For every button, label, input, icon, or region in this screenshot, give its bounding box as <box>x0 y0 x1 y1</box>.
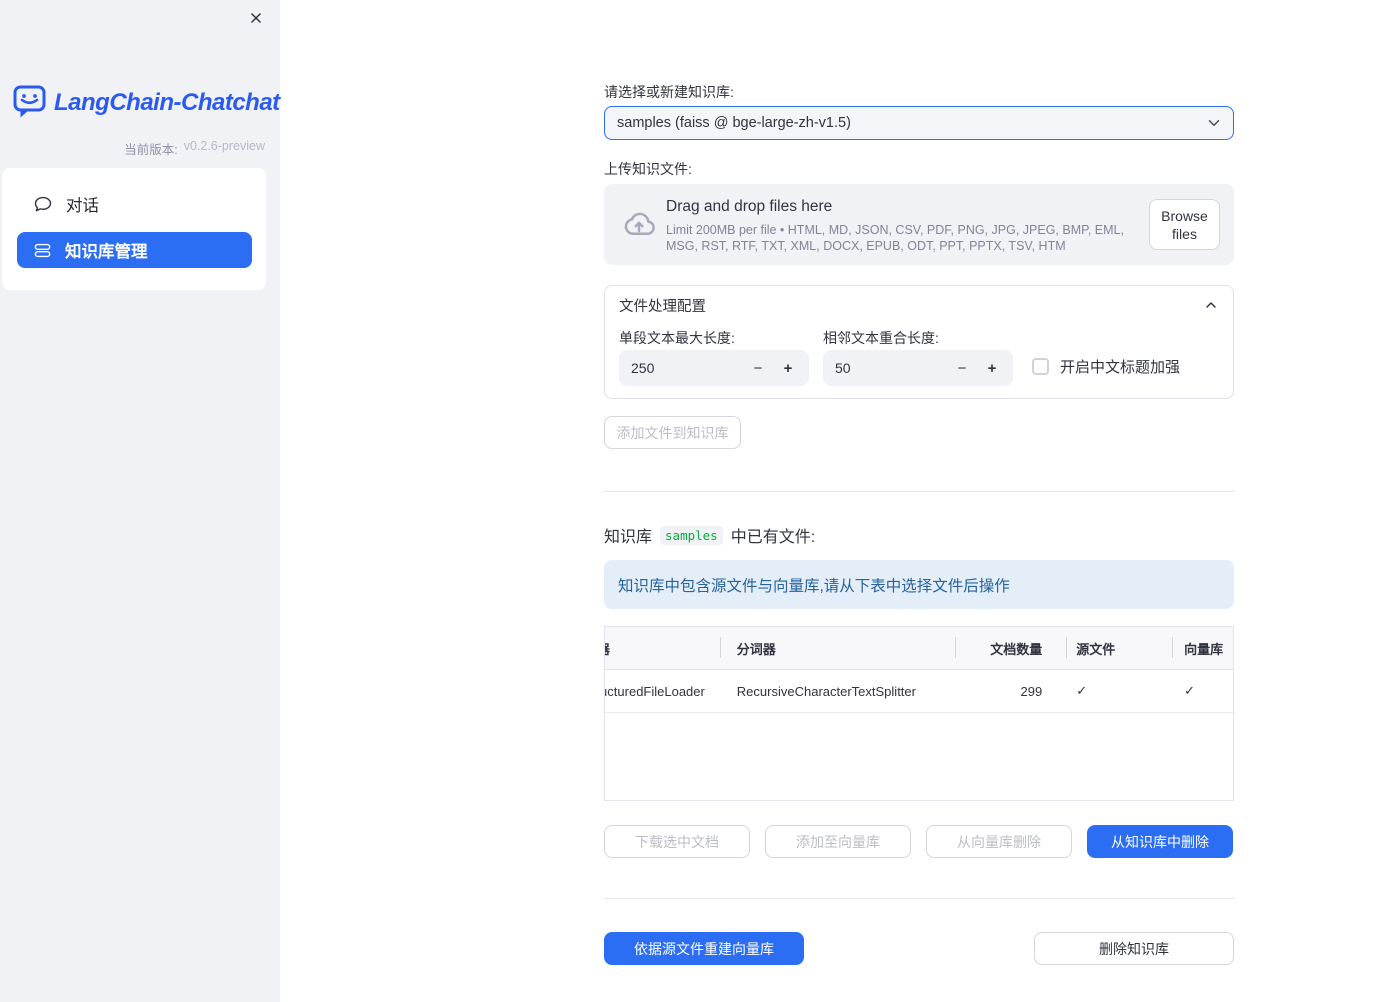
download-selected-button[interactable]: 下载选中文档 <box>604 825 750 858</box>
chat-bubble-icon <box>34 196 52 212</box>
sidebar-item-label: 对话 <box>66 197 99 215</box>
header-separator <box>955 637 956 658</box>
stacked-list-icon <box>34 243 51 257</box>
info-banner: 知识库中包含源文件与向量库,请从下表中选择文件后操作 <box>604 560 1234 609</box>
add-files-to-kb-button[interactable]: 添加文件到知识库 <box>604 416 741 449</box>
header-separator <box>720 637 721 658</box>
app-page: LangChain-Chatchat 当前版本: v0.2.6-preview … <box>0 0 1380 1002</box>
kb-files-prefix: 知识库 <box>604 529 653 546</box>
close-sidebar-button[interactable] <box>246 8 266 28</box>
increment-icon[interactable]: + <box>773 350 803 386</box>
col-header-source-file[interactable]: 源文件 <box>1065 639 1171 658</box>
divider <box>604 898 1234 899</box>
dropzone-limit-text: Limit 200MB per file • HTML, MD, JSON, C… <box>666 223 1124 253</box>
cell-splitter: RecursiveCharacterTextSplitter <box>736 683 916 699</box>
cell-vector-store-check: ✓ <box>1184 683 1195 698</box>
header-separator <box>1172 637 1173 658</box>
app-title: LangChain-Chatchat <box>54 88 280 116</box>
chunk-size-input[interactable]: 250 − + <box>619 350 809 386</box>
zh-title-checkbox[interactable]: 开启中文标题加强 <box>1032 356 1180 377</box>
overlap-size-input[interactable]: 50 − + <box>823 350 1013 386</box>
file-dropzone[interactable]: Drag and drop files here Limit 200MB per… <box>604 184 1234 265</box>
kb-selectbox[interactable]: samples (faiss @ bge-large-zh-v1.5) <box>604 106 1234 140</box>
sidebar-menu: 对话 知识库管理 <box>2 168 266 290</box>
chat-smiley-logo-icon <box>13 85 46 118</box>
checkbox-box[interactable] <box>1032 358 1049 375</box>
col-header-doc-count[interactable]: 文档数量 <box>954 639 1065 658</box>
kb-select-label: 请选择或新建知识库: <box>604 84 734 100</box>
kb-files-heading: 知识库 samples 中已有文件: <box>604 523 815 547</box>
table-row[interactable]: UnstructuredFileLoader RecursiveCharacte… <box>605 670 1233 713</box>
delete-from-vector-store-button[interactable]: 从向量库删除 <box>926 825 1072 858</box>
add-to-vector-store-button[interactable]: 添加至向量库 <box>765 825 911 858</box>
overlap-size-value: 50 <box>835 360 851 376</box>
dropzone-title: Drag and drop files here <box>666 198 833 215</box>
col-header-vector-store[interactable]: 向量库 <box>1171 639 1233 658</box>
sidebar-item-label: 知识库管理 <box>65 243 148 261</box>
cell-loader: UnstructuredFileLoader <box>605 683 705 699</box>
close-icon <box>251 13 261 23</box>
delete-from-kb-button[interactable]: 从知识库中删除 <box>1087 825 1233 858</box>
decrement-icon[interactable]: − <box>743 350 773 386</box>
kb-select-value: samples (faiss @ bge-large-zh-v1.5) <box>617 115 851 131</box>
chunk-size-label: 单段文本最大长度: <box>619 330 735 346</box>
files-table: 文档加载器 分词器 文档数量 源文件 向量库 UnstructuredFileL… <box>604 626 1234 801</box>
expander-title: 文件处理配置 <box>619 298 706 315</box>
divider <box>604 491 1234 492</box>
increment-icon[interactable]: + <box>977 350 1007 386</box>
col-header-splitter[interactable]: 分词器 <box>720 639 955 658</box>
version-info: 当前版本: v0.2.6-preview <box>124 139 265 158</box>
expander-header[interactable]: 文件处理配置 <box>605 286 1233 324</box>
browse-files-button[interactable]: Browse files <box>1149 199 1220 250</box>
file-config-expander: 文件处理配置 单段文本最大长度: 250 − + 相邻文本重合长度: 50 − … <box>604 285 1234 399</box>
chunk-size-value: 250 <box>631 360 655 376</box>
sidebar-item-knowledge-base[interactable]: 知识库管理 <box>17 232 252 268</box>
delete-kb-button[interactable]: 删除知识库 <box>1034 932 1234 965</box>
zh-title-checkbox-label: 开启中文标题加强 <box>1060 359 1181 376</box>
cell-doc-count: 299 <box>1020 683 1043 699</box>
version-label: 当前版本: <box>124 143 178 157</box>
sidebar-item-dialogue[interactable]: 对话 <box>17 186 252 222</box>
kb-name-code: samples <box>660 525 723 545</box>
overlap-size-label: 相邻文本重合长度: <box>823 330 939 346</box>
upload-label: 上传知识文件: <box>604 161 692 177</box>
kb-files-suffix: 中已有文件: <box>730 529 816 546</box>
chevron-down-icon <box>1208 120 1220 126</box>
col-header-loader[interactable]: 文档加载器 <box>605 639 720 658</box>
sidebar: LangChain-Chatchat 当前版本: v0.2.6-preview … <box>0 0 280 1002</box>
decrement-icon[interactable]: − <box>947 350 977 386</box>
chevron-up-icon <box>1206 302 1216 308</box>
app-logo: LangChain-Chatchat <box>12 84 280 121</box>
info-text: 知识库中包含源文件与向量库,请从下表中选择文件后操作 <box>618 577 1010 595</box>
header-separator <box>1066 637 1067 658</box>
cell-source-file-check: ✓ <box>1076 683 1088 698</box>
cloud-upload-icon <box>624 212 655 235</box>
version-value: v0.2.6-preview <box>183 139 265 153</box>
table-header-row: 文档加载器 分词器 文档数量 源文件 向量库 <box>605 627 1233 670</box>
rebuild-vector-store-button[interactable]: 依据源文件重建向量库 <box>604 932 804 965</box>
